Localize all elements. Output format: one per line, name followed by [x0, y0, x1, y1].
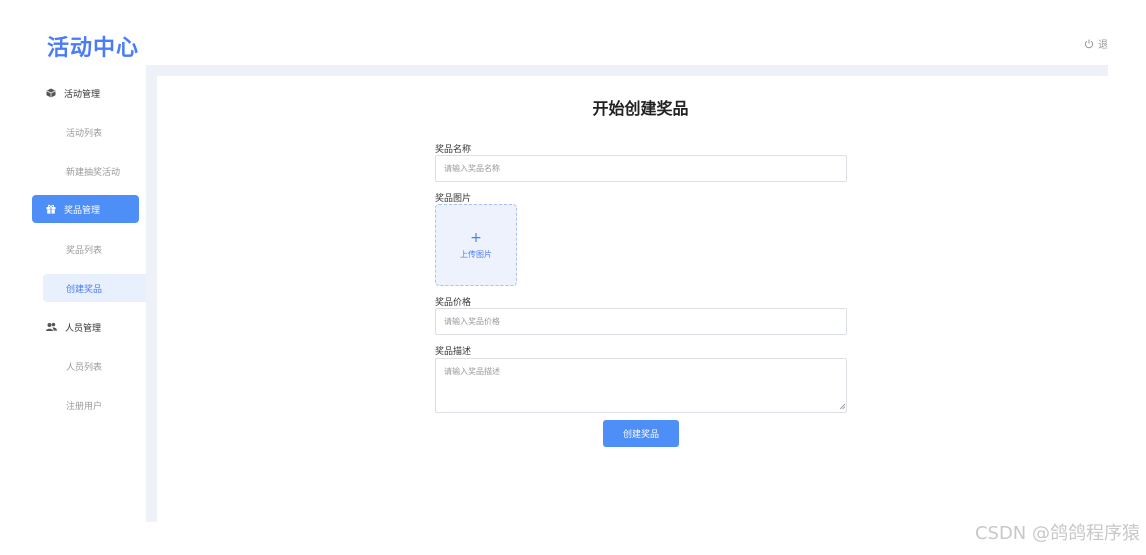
- sidebar-item-activity-list[interactable]: 活动列表: [43, 118, 146, 146]
- prize-name-placeholder: 请输入奖品名称: [444, 164, 500, 173]
- sidebar-item-label: 创建奖品: [66, 284, 103, 295]
- sidebar-group-label: 活动管理: [64, 89, 101, 100]
- sidebar-group-activity[interactable]: 活动管理: [32, 79, 139, 107]
- main-content: 开始创建奖品 奖品名称 请输入奖品名称 奖品图片 + 上传图片 奖品价格 请输入…: [157, 76, 1108, 522]
- sidebar-item-new-lottery[interactable]: 新建抽奖活动: [43, 157, 146, 185]
- prize-description-label: 奖品描述: [435, 347, 472, 357]
- sidebar-item-label: 活动列表: [66, 128, 103, 139]
- sidebar-item-prize-list[interactable]: 奖品列表: [43, 235, 146, 263]
- sidebar-item-registered-users[interactable]: 注册用户: [43, 391, 146, 419]
- prize-description-textarea[interactable]: 请输入奖品描述: [435, 358, 847, 413]
- cube-icon: [46, 88, 56, 98]
- power-icon[interactable]: [1084, 39, 1094, 49]
- create-prize-button[interactable]: 创建奖品: [603, 420, 679, 447]
- sidebar-item-people-list[interactable]: 人员列表: [43, 352, 146, 380]
- sidebar-item-create-prize[interactable]: 创建奖品: [43, 274, 146, 302]
- sidebar-group-label: 奖品管理: [64, 205, 101, 216]
- watermark: CSDN @鸽鸽程序猿: [974, 523, 1140, 544]
- gift-icon: [46, 204, 56, 214]
- sidebar-item-label: 人员列表: [66, 362, 103, 373]
- users-icon: [46, 322, 57, 332]
- sidebar-group-prize[interactable]: 奖品管理: [32, 195, 139, 223]
- plus-icon: +: [470, 229, 482, 246]
- logout-label[interactable]: 退: [1098, 36, 1108, 51]
- prize-image-label: 奖品图片: [435, 194, 472, 204]
- resize-handle-icon[interactable]: [839, 402, 846, 411]
- image-upload-button[interactable]: + 上传图片: [435, 204, 517, 286]
- app-logo: 活动中心: [47, 36, 140, 61]
- logout-area[interactable]: 退: [1084, 36, 1108, 51]
- upload-label: 上传图片: [460, 249, 492, 259]
- prize-price-input[interactable]: 请输入奖品价格: [435, 308, 847, 335]
- sidebar-group-people[interactable]: 人员管理: [32, 313, 139, 341]
- prize-price-placeholder: 请输入奖品价格: [444, 317, 500, 326]
- prize-name-input[interactable]: 请输入奖品名称: [435, 155, 847, 182]
- prize-description-placeholder: 请输入奖品描述: [444, 367, 500, 376]
- sidebar-item-label: 奖品列表: [66, 245, 103, 256]
- sidebar-group-label: 人员管理: [65, 323, 102, 334]
- sidebar-item-label: 注册用户: [66, 401, 103, 412]
- prize-name-label: 奖品名称: [435, 145, 472, 155]
- sidebar-item-label: 新建抽奖活动: [66, 167, 121, 178]
- page-title: 开始创建奖品: [592, 99, 689, 118]
- sidebar: 活动管理 活动列表 新建抽奖活动 奖品管理 奖品列表 创建奖品 人员管理 人员列…: [0, 66, 146, 526]
- prize-price-label: 奖品价格: [435, 298, 472, 308]
